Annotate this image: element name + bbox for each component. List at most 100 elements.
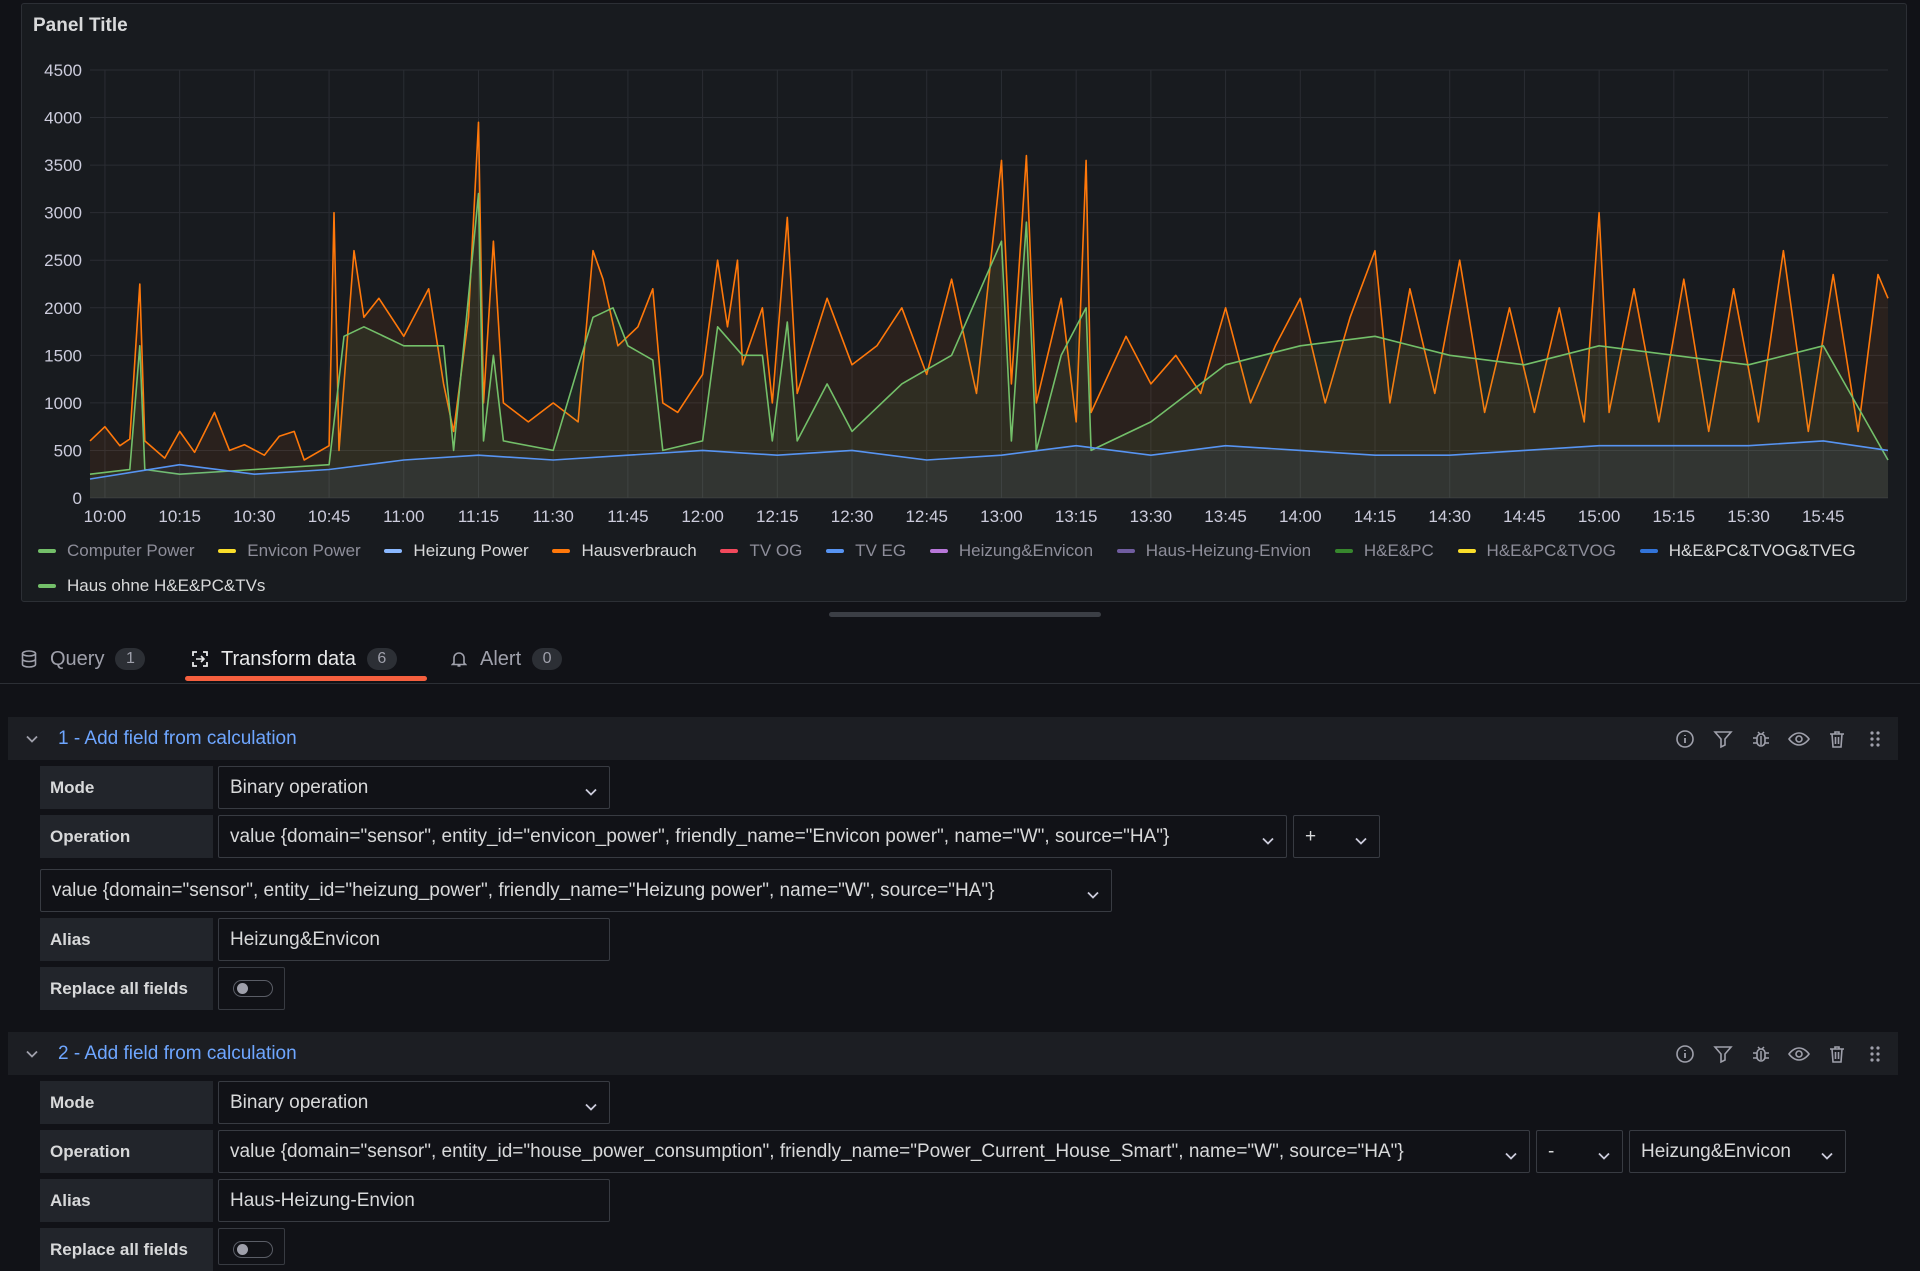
eye-icon[interactable]: [1788, 728, 1810, 750]
legend-label: TV OG: [749, 541, 803, 560]
x-tick-label: 15:00: [1578, 507, 1621, 524]
replace-all-fields-label: Replace all fields: [40, 967, 213, 1010]
x-tick-label: 13:45: [1204, 507, 1247, 524]
x-tick-label: 12:30: [831, 507, 874, 524]
x-tick-label: 14:15: [1354, 507, 1397, 524]
x-tick-label: 11:45: [607, 507, 648, 524]
legend-item[interactable]: Haus-Heizung-Envion: [1116, 535, 1312, 567]
right-operand-value: value {domain="sensor", entity_id="heizu…: [52, 879, 995, 901]
operator-select[interactable]: +: [1293, 815, 1380, 858]
y-tick-label: 3500: [44, 156, 82, 175]
filter-icon[interactable]: [1712, 1043, 1734, 1065]
x-tick-label: 14:30: [1428, 507, 1471, 524]
trash-icon[interactable]: [1826, 1043, 1848, 1065]
toggle-knob: [237, 1244, 248, 1255]
transform-icon: [191, 650, 209, 668]
toggle-knob: [237, 983, 248, 994]
legend-item[interactable]: H&E&PC: [1334, 535, 1434, 567]
active-tab-indicator: [185, 676, 427, 681]
mode-label: Mode: [40, 766, 213, 809]
operator-value: -: [1548, 1140, 1555, 1162]
bug-icon[interactable]: [1750, 1043, 1772, 1065]
info-icon[interactable]: [1674, 728, 1696, 750]
legend-swatch: [1116, 549, 1135, 553]
chevron-down-icon: [1505, 1144, 1517, 1166]
transformation-header[interactable]: 1 - Add field from calculation: [8, 717, 1898, 760]
chevron-down-icon: [1598, 1144, 1610, 1166]
x-tick-label: 12:15: [756, 507, 799, 524]
tab-count-badge: 1: [115, 648, 146, 670]
mode-select[interactable]: Binary operation: [218, 766, 610, 809]
operator-value: +: [1305, 825, 1317, 847]
x-tick-label: 14:00: [1279, 507, 1322, 524]
legend-swatch: [218, 549, 237, 553]
legend-item[interactable]: Envicon Power: [218, 535, 361, 567]
legend-swatch: [720, 549, 739, 553]
panel-resize-handle[interactable]: [829, 612, 1101, 617]
legend-swatch: [384, 549, 403, 553]
mode-select[interactable]: Binary operation: [218, 1081, 610, 1124]
collapse-chevron-icon[interactable]: [20, 735, 44, 743]
legend-swatch: [38, 549, 56, 553]
eye-icon[interactable]: [1788, 1043, 1810, 1065]
x-tick-label: 15:45: [1802, 507, 1845, 524]
alias-input[interactable]: Heizung&Envicon: [218, 918, 610, 961]
alias-label: Alias: [40, 918, 213, 961]
legend-item[interactable]: Heizung Power: [384, 535, 529, 567]
panel-title[interactable]: Panel Title: [33, 15, 128, 37]
legend-item[interactable]: Heizung&Envicon: [929, 535, 1093, 567]
legend-label: Haus-Heizung-Envion: [1145, 541, 1312, 560]
info-icon[interactable]: [1674, 1043, 1696, 1065]
right-operand-select[interactable]: Heizung&Envicon: [1629, 1130, 1846, 1173]
legend-item[interactable]: TV EG: [826, 535, 906, 567]
drag-handle-icon[interactable]: [1864, 728, 1886, 750]
alias-input[interactable]: Haus-Heizung-Envion: [218, 1179, 610, 1222]
replace-all-fields-toggle[interactable]: [218, 967, 285, 1010]
x-tick-label: 10:15: [158, 507, 201, 524]
x-tick-label: 10:45: [308, 507, 351, 524]
bug-icon[interactable]: [1750, 728, 1772, 750]
database-icon: [20, 650, 38, 668]
drag-handle-icon[interactable]: [1864, 1043, 1886, 1065]
left-operand-select[interactable]: value {domain="sensor", entity_id="house…: [218, 1130, 1530, 1173]
tab-alert[interactable]: Alert 0: [450, 635, 563, 683]
y-tick-label: 4000: [44, 109, 82, 128]
tab-count-badge: 0: [532, 648, 563, 670]
replace-all-fields-toggle[interactable]: [218, 1228, 285, 1265]
y-tick-label: 500: [54, 441, 82, 460]
toggle-track: [233, 980, 273, 997]
legend-item[interactable]: H&E&PC&TVOG&TVEG: [1639, 535, 1856, 567]
alias-value: Haus-Heizung-Envion: [230, 1189, 415, 1211]
legend-swatch: [1457, 549, 1476, 553]
filter-icon[interactable]: [1712, 728, 1734, 750]
legend-item[interactable]: Haus ohne H&E&PC&TVs: [38, 570, 265, 602]
x-tick-label: 13:00: [980, 507, 1023, 524]
tab-query[interactable]: Query 1: [20, 635, 146, 683]
legend-item[interactable]: TV OG: [720, 535, 802, 567]
x-tick-label: 12:00: [681, 507, 724, 524]
legend-item[interactable]: Hausverbrauch: [552, 535, 697, 567]
x-tick-label: 15:15: [1653, 507, 1696, 524]
right-operand-select[interactable]: value {domain="sensor", entity_id="heizu…: [40, 869, 1112, 912]
y-tick-label: 0: [73, 489, 82, 508]
left-operand-select[interactable]: value {domain="sensor", entity_id="envic…: [218, 815, 1287, 858]
x-tick-label: 13:30: [1130, 507, 1173, 524]
panel: 4500 4000 3500 3000 2500 2000 1500 1000 500 0 10:0…: [21, 3, 1907, 602]
chevron-down-icon: [1087, 883, 1099, 905]
x-tick-label: 14:45: [1503, 507, 1546, 524]
y-tick-label: 2500: [44, 251, 82, 270]
x-tick-label: 12:45: [905, 507, 948, 524]
collapse-chevron-icon[interactable]: [20, 1050, 44, 1058]
legend-item[interactable]: H&E&PC&TVOG: [1457, 535, 1616, 567]
transformation-actions: [1674, 717, 1886, 760]
legend-label: Haus ohne H&E&PC&TVs: [67, 576, 266, 595]
operator-select[interactable]: -: [1536, 1130, 1623, 1173]
legend-label: Computer Power: [67, 541, 195, 560]
legend-item[interactable]: Computer Power: [38, 535, 195, 567]
trash-icon[interactable]: [1826, 728, 1848, 750]
transformation-header[interactable]: 2 - Add field from calculation: [8, 1032, 1898, 1075]
transformation-title: 1 - Add field from calculation: [58, 727, 297, 749]
legend-swatch: [929, 549, 948, 553]
legend-label: H&E&PC&TVOG&TVEG: [1668, 541, 1856, 560]
tab-label: Alert: [480, 647, 522, 670]
